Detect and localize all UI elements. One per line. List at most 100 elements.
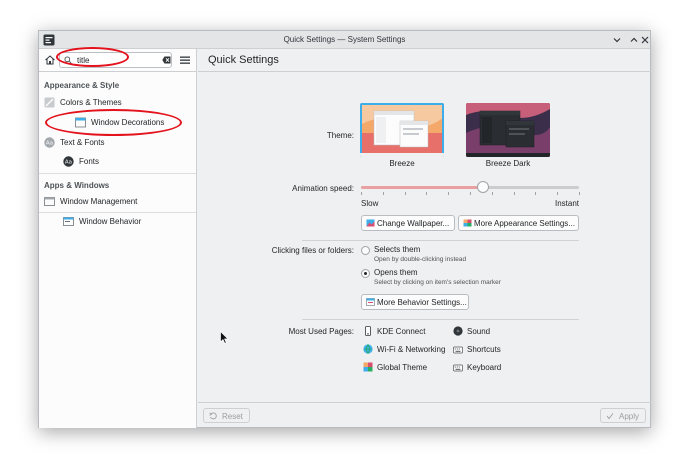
- opens-them-description: Select by clicking on item's selection m…: [374, 279, 501, 286]
- reset-button[interactable]: Reset: [203, 408, 250, 423]
- sidebar-item-window-decorations[interactable]: Window Decorations: [39, 114, 196, 132]
- more-behavior-settings-button[interactable]: More Behavior Settings...: [361, 294, 469, 310]
- checkmark-icon: [606, 413, 614, 420]
- change-wallpaper-button[interactable]: Change Wallpaper...: [361, 215, 455, 231]
- sidebar-item-colors-themes[interactable]: Colors & Themes: [39, 94, 196, 112]
- sidebar: title Appearance & Style Colors & Themes: [39, 49, 197, 428]
- section-header-appearance: Appearance & Style: [44, 81, 120, 90]
- sidebar-item-label: Fonts: [79, 157, 100, 166]
- more-appearance-settings-button[interactable]: More Appearance Settings...: [458, 215, 579, 231]
- most-used-kde-connect[interactable]: KDE Connect: [377, 327, 425, 336]
- button-label: More Behavior Settings...: [377, 298, 467, 307]
- slider-fill: [361, 186, 483, 189]
- theme-label: Theme:: [326, 131, 354, 140]
- breeze-preview-image: [360, 103, 444, 157]
- slider-max-label: Instant: [555, 199, 580, 208]
- animation-speed-slider[interactable]: [361, 181, 580, 195]
- behavior-settings-icon: [366, 298, 375, 306]
- slider-tick: [535, 192, 536, 195]
- sidebar-item-label: Window Management: [60, 197, 138, 206]
- hamburger-menu-icon[interactable]: [179, 54, 191, 66]
- wallpaper-icon: [366, 219, 375, 227]
- button-label: Change Wallpaper...: [377, 219, 450, 228]
- system-settings-window: Quick Settings — System Settings title A…: [38, 30, 651, 428]
- minimize-icon[interactable]: [611, 34, 623, 46]
- most-used-wifi-networking[interactable]: Wi-Fi & Networking: [377, 345, 445, 354]
- clear-search-icon[interactable]: [162, 56, 171, 64]
- main-panel: Quick Settings Theme: Breeze Breeze Dark…: [198, 49, 651, 428]
- slider-tick: [361, 192, 362, 195]
- theme-name-breeze-dark: Breeze Dark: [485, 159, 531, 168]
- slider-handle[interactable]: [477, 181, 489, 193]
- slider-tick: [383, 192, 384, 195]
- theme-thumbnail-breeze[interactable]: [360, 103, 444, 157]
- window-management-icon: [44, 197, 55, 206]
- sidebar-item-label: Text & Fonts: [60, 138, 105, 147]
- slider-tick: [448, 192, 449, 195]
- wifi-networking-icon: [363, 344, 373, 354]
- selects-them-radio[interactable]: [361, 246, 370, 255]
- title-bar[interactable]: Quick Settings — System Settings: [39, 31, 650, 49]
- home-icon[interactable]: [44, 54, 56, 66]
- most-used-keyboard[interactable]: Keyboard: [467, 363, 501, 372]
- svg-text:Aa: Aa: [46, 141, 53, 147]
- opens-them-label[interactable]: Opens them: [374, 268, 418, 277]
- reset-icon: [209, 412, 217, 420]
- sidebar-item-fonts[interactable]: Aa Fonts: [39, 153, 196, 171]
- keyboard-icon: [453, 364, 463, 372]
- animation-speed-label: Animation speed:: [292, 184, 354, 193]
- slider-tick: [579, 192, 580, 195]
- close-icon[interactable]: [639, 34, 651, 46]
- slider-min-label: Slow: [361, 199, 379, 208]
- apply-button[interactable]: Apply: [600, 408, 646, 423]
- button-label: Reset: [222, 412, 243, 421]
- button-label: More Appearance Settings...: [474, 219, 575, 228]
- sidebar-toolbar: title: [39, 49, 196, 72]
- section-divider: [302, 240, 579, 241]
- section-header-apps-windows: Apps & Windows: [44, 181, 110, 190]
- most-used-pages-label: Most Used Pages:: [288, 327, 354, 336]
- search-icon: [64, 56, 72, 64]
- selects-them-label[interactable]: Selects them: [374, 245, 420, 254]
- sidebar-item-label: Window Behavior: [79, 217, 142, 226]
- kde-connect-icon: [365, 326, 371, 336]
- sidebar-item-text-fonts[interactable]: Aa Text & Fonts: [39, 134, 196, 152]
- sidebar-item-label: Colors & Themes: [60, 98, 122, 107]
- slider-tick: [492, 192, 493, 195]
- colors-themes-icon: [44, 97, 55, 108]
- text-fonts-icon: Aa: [44, 137, 55, 148]
- appearance-settings-icon: [463, 219, 472, 227]
- sidebar-item-label: Window Decorations: [91, 118, 165, 127]
- shortcuts-icon: [453, 346, 463, 354]
- most-used-sound[interactable]: Sound: [467, 327, 490, 336]
- search-input[interactable]: title: [59, 52, 172, 68]
- slider-tick: [514, 192, 515, 195]
- fonts-icon: Aa: [63, 156, 74, 167]
- slider-tick: [405, 192, 406, 195]
- button-label: Apply: [619, 412, 640, 421]
- mouse-cursor-icon: [220, 331, 229, 344]
- section-divider: [302, 319, 579, 320]
- sidebar-item-window-behavior[interactable]: Window Behavior: [39, 213, 196, 231]
- window-behavior-icon: [63, 217, 74, 226]
- clicking-files-label: Clicking files or folders:: [271, 246, 354, 255]
- most-used-shortcuts[interactable]: Shortcuts: [467, 345, 501, 354]
- theme-name-breeze: Breeze: [389, 159, 415, 168]
- search-query: title: [77, 56, 90, 65]
- opens-them-radio[interactable]: [361, 269, 370, 278]
- svg-text:Aa: Aa: [65, 160, 72, 166]
- window-title: Quick Settings — System Settings: [283, 35, 406, 44]
- slider-tick: [470, 192, 471, 195]
- selects-them-description: Open by double-clicking instead: [374, 256, 467, 263]
- most-used-global-theme[interactable]: Global Theme: [377, 363, 427, 372]
- window-decorations-icon: [75, 117, 86, 128]
- breeze-dark-preview-image: [466, 103, 550, 157]
- page-header: Quick Settings: [198, 49, 651, 72]
- global-theme-icon: [363, 362, 373, 372]
- sidebar-item-window-management[interactable]: Window Management: [39, 193, 196, 211]
- sound-icon: [453, 326, 463, 336]
- footer-divider: [198, 402, 651, 403]
- sidebar-divider: [39, 173, 196, 174]
- theme-thumbnail-breeze-dark[interactable]: [466, 103, 550, 157]
- slider-tick: [557, 192, 558, 195]
